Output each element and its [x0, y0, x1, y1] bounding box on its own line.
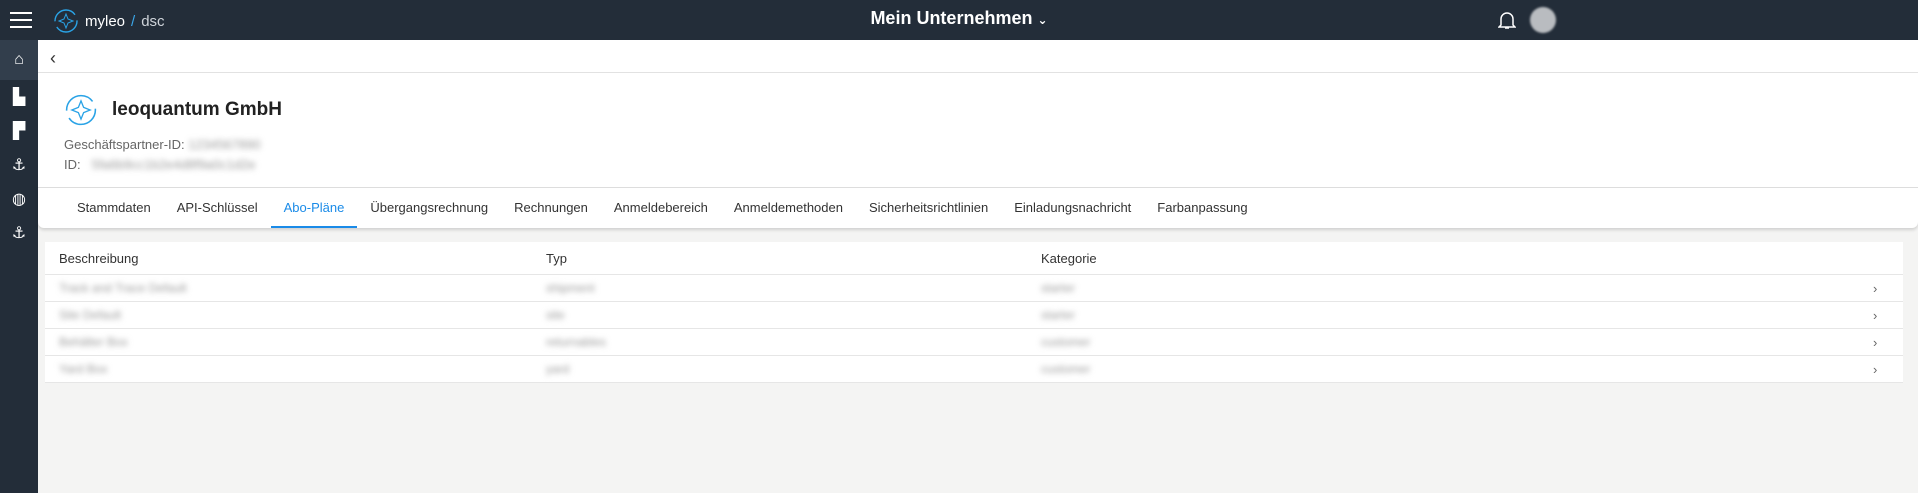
partner-id-value: 1234567890	[188, 137, 261, 152]
cell-description: Behälter Box	[59, 335, 128, 349]
chevron-right-icon[interactable]: ›	[1873, 281, 1903, 296]
id-label: ID:	[64, 157, 81, 172]
column-header-typ[interactable]: Typ	[546, 251, 1041, 266]
dashboard-icon[interactable]: ▛	[0, 114, 38, 148]
table-row[interactable]: Behälter Box returnables customer ›	[45, 329, 1903, 356]
tab-anmeldebereich[interactable]: Anmeldebereich	[601, 188, 721, 228]
table-header: Beschreibung Typ Kategorie	[45, 242, 1903, 275]
table-row[interactable]: Yard Box yard customer ›	[45, 356, 1903, 383]
home-icon[interactable]: ⌂	[0, 40, 38, 80]
anchor-icon[interactable]: ⚓	[0, 216, 38, 250]
tab-api-schluessel[interactable]: API-Schlüssel	[164, 188, 271, 228]
top-bar: myleo / dsc Mein Unternehmen ⌄	[0, 0, 1918, 40]
cell-type: shipment	[546, 281, 595, 295]
cell-category: starter	[1041, 308, 1076, 322]
chevron-right-icon[interactable]: ›	[1873, 362, 1903, 377]
cell-type: returnables	[546, 335, 607, 349]
tab-bar: Stammdaten API-Schlüssel Abo-Pläne Überg…	[38, 188, 1918, 228]
tab-rechnungen[interactable]: Rechnungen	[501, 188, 601, 228]
column-header-beschreibung[interactable]: Beschreibung	[59, 251, 546, 266]
tab-farbanpassung[interactable]: Farbanpassung	[1144, 188, 1260, 228]
chevron-right-icon[interactable]: ›	[1873, 308, 1903, 323]
tab-abo-plaene[interactable]: Abo-Pläne	[270, 188, 358, 228]
company-logo-icon	[65, 94, 97, 126]
avatar[interactable]	[1530, 7, 1556, 33]
bell-icon[interactable]	[1498, 10, 1516, 30]
anchor-icon[interactable]: ⚓	[0, 148, 38, 182]
cell-description: Site Default	[59, 308, 122, 322]
tab-stammdaten[interactable]: Stammdaten	[64, 188, 164, 228]
back-icon[interactable]: ‹	[50, 48, 56, 68]
id-value: 5fa6b9cc1b2e4d8f9a0c1d2e	[91, 157, 256, 172]
table-row[interactable]: Site Default site starter ›	[45, 302, 1903, 329]
tab-anmeldemethoden[interactable]: Anmeldemethoden	[721, 188, 856, 228]
partner-id-label: Geschäftspartner-ID:	[64, 137, 185, 152]
cell-description: Yard Box	[59, 362, 108, 376]
cell-category: starter	[1041, 281, 1076, 295]
cell-category: customer	[1041, 362, 1091, 376]
company-switcher-label: Mein Unternehmen	[870, 8, 1033, 28]
company-name: leoquantum GmbH	[112, 99, 282, 120]
tab-einladungsnachricht[interactable]: Einladungsnachricht	[1001, 188, 1144, 228]
chevron-right-icon[interactable]: ›	[1873, 335, 1903, 350]
analytics-icon[interactable]: ▙	[0, 80, 38, 114]
tab-sicherheitsrichtlinien[interactable]: Sicherheitsrichtlinien	[856, 188, 1001, 228]
company-switcher[interactable]: Mein Unternehmen ⌄	[0, 8, 1918, 29]
chevron-down-icon: ⌄	[1037, 13, 1048, 27]
sidebar: ⌂ ▙ ▛ ⚓ ◍ ⚓	[0, 40, 38, 493]
globe-icon[interactable]: ◍	[0, 182, 38, 216]
column-header-kategorie[interactable]: Kategorie	[1041, 251, 1873, 266]
table-row[interactable]: Track and Trace Default shipment starter ›	[45, 275, 1903, 302]
cell-type: yard	[546, 362, 570, 376]
cell-type: site	[546, 308, 565, 322]
subscription-plans-table: Beschreibung Typ Kategorie Track and Tra…	[45, 242, 1903, 383]
tab-uebergangsrechnung[interactable]: Übergangsrechnung	[357, 188, 501, 228]
cell-description: Track and Trace Default	[59, 281, 187, 295]
cell-category: customer	[1041, 335, 1091, 349]
